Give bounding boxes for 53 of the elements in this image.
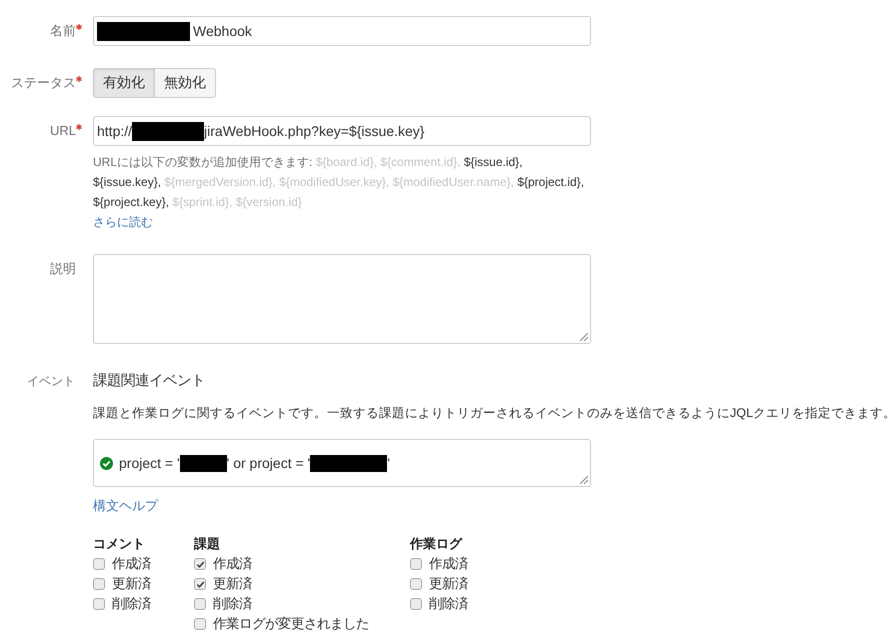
checkbox-label[interactable]: 削除済 [429,595,468,613]
variable-token: ${mergedVersion.id}, [164,175,276,189]
url-input[interactable]: http:// jiraWebHook.php?key=${issue.key} [93,116,591,146]
jql-textarea[interactable]: project = ' ' or project = ' ' [93,439,591,487]
read-more-link[interactable]: さらに読む [93,213,153,231]
checkbox[interactable] [194,578,206,590]
group-heading: コメント [93,535,145,553]
group-heading: 作業ログ [410,535,462,553]
checkbox[interactable] [93,598,105,610]
redaction-block [180,454,227,472]
field-label: イベント [27,372,75,390]
checkbox[interactable] [194,558,206,570]
field-label: 名前 [50,23,76,39]
name-input[interactable]: Webhook [93,16,591,46]
section-title: 課題関連イベント [93,372,205,391]
checkbox-label[interactable]: 作成済 [213,555,252,573]
checkbox-label[interactable]: 作成済 [429,555,468,573]
checkbox[interactable] [93,578,105,590]
variable-token: ${comment.id}, [380,155,460,169]
variable-token: ${issue.key}, [93,175,162,189]
help-text: URLには以下の変数が追加使用できます: [93,155,312,169]
variable-token: ${project.key}, [93,195,170,209]
field-label: URL [50,123,76,139]
checkbox[interactable] [194,618,206,630]
section-description: 課題と作業ログに関するイベントです。一致する課題によりトリガーされるイベントのみを送信できるようにJQLクエリを指定できます。 [93,405,889,422]
resize-grip-icon[interactable] [580,476,588,484]
variable-token: ${sprint.id}, [172,195,232,209]
description-textarea[interactable] [93,254,591,344]
checkbox-label[interactable]: 更新済 [213,575,252,593]
checkbox-label[interactable]: 削除済 [112,595,151,613]
variable-token: ${issue.id}, [464,155,523,169]
checkbox[interactable] [410,598,422,610]
variable-token: ${modifiedUser.name}, [392,175,514,189]
checkbox-label[interactable]: 作業ログが変更されました [213,615,369,633]
variable-token: ${modifiedUser.key}, [279,175,390,189]
checkbox[interactable] [93,558,105,570]
checkbox[interactable] [410,558,422,570]
checkbox-label[interactable]: 作成済 [112,555,151,573]
checkbox[interactable] [194,598,206,610]
field-label: 説明 [50,261,76,277]
variable-token: ${board.id}, [316,155,378,169]
checkbox-label[interactable]: 削除済 [213,595,252,613]
checkbox-label[interactable]: 更新済 [112,575,151,593]
status-toggle-button[interactable]: 無効化 [155,68,216,98]
checkbox[interactable] [410,578,422,590]
variable-token: ${version.id} [236,195,302,209]
group-heading: 課題 [194,535,220,553]
variable-token: ${project.id}, [517,175,584,189]
checkbox-label[interactable]: 更新済 [429,575,468,593]
status-toggle-button[interactable]: 有効化 [93,68,155,98]
resize-grip-icon[interactable] [580,333,588,341]
syntax-help-link[interactable]: 構文ヘルプ [93,497,158,515]
field-label: ステータス [11,75,76,91]
